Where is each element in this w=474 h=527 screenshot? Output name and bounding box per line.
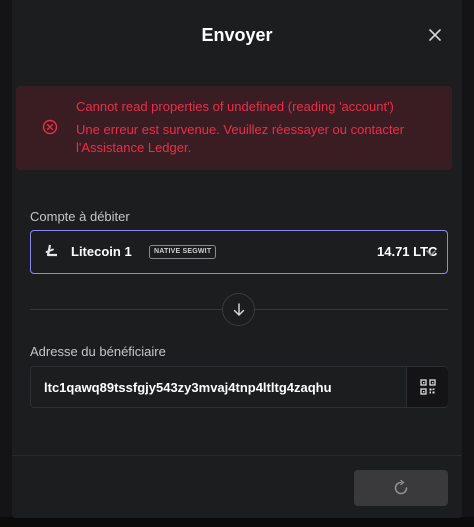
direction-button[interactable] — [222, 293, 255, 326]
error-description: Une erreur est survenue. Veuillez réessa… — [76, 122, 405, 155]
account-label: Compte à débiter — [30, 209, 130, 224]
close-button[interactable] — [424, 24, 446, 46]
footer-divider — [12, 455, 462, 456]
divider-left — [30, 309, 222, 310]
recipient-label: Adresse du bénéficiaire — [30, 344, 166, 359]
backdrop-bottom — [0, 517, 474, 527]
send-modal: Envoyer Cannot read properties of undefi… — [12, 0, 462, 518]
chevron-down-icon — [426, 250, 436, 256]
modal-title: Envoyer — [201, 25, 273, 45]
recipient-address-input[interactable] — [31, 367, 405, 407]
qr-scan-button[interactable] — [406, 367, 448, 407]
error-circle-x-icon — [42, 119, 58, 135]
divider-right — [255, 309, 448, 310]
account-name: Litecoin 1 — [71, 244, 132, 259]
recipient-field — [30, 366, 448, 408]
account-type-badge: NATIVE SEGWIT — [149, 245, 217, 259]
qr-code-icon — [419, 379, 436, 395]
account-select[interactable]: Litecoin 1 NATIVE SEGWIT 14.71 LTC — [30, 230, 448, 274]
modal-header: Envoyer — [12, 0, 462, 72]
litecoin-icon — [45, 244, 57, 257]
close-icon — [429, 29, 441, 41]
error-title: Cannot read properties of undefined (rea… — [76, 99, 394, 114]
backdrop-left — [0, 0, 12, 527]
error-alert: Cannot read properties of undefined (rea… — [16, 86, 452, 170]
arrow-down-icon — [233, 302, 244, 316]
backdrop-right — [460, 0, 474, 527]
loading-spinner-icon — [394, 480, 408, 495]
continue-button[interactable] — [354, 470, 448, 506]
